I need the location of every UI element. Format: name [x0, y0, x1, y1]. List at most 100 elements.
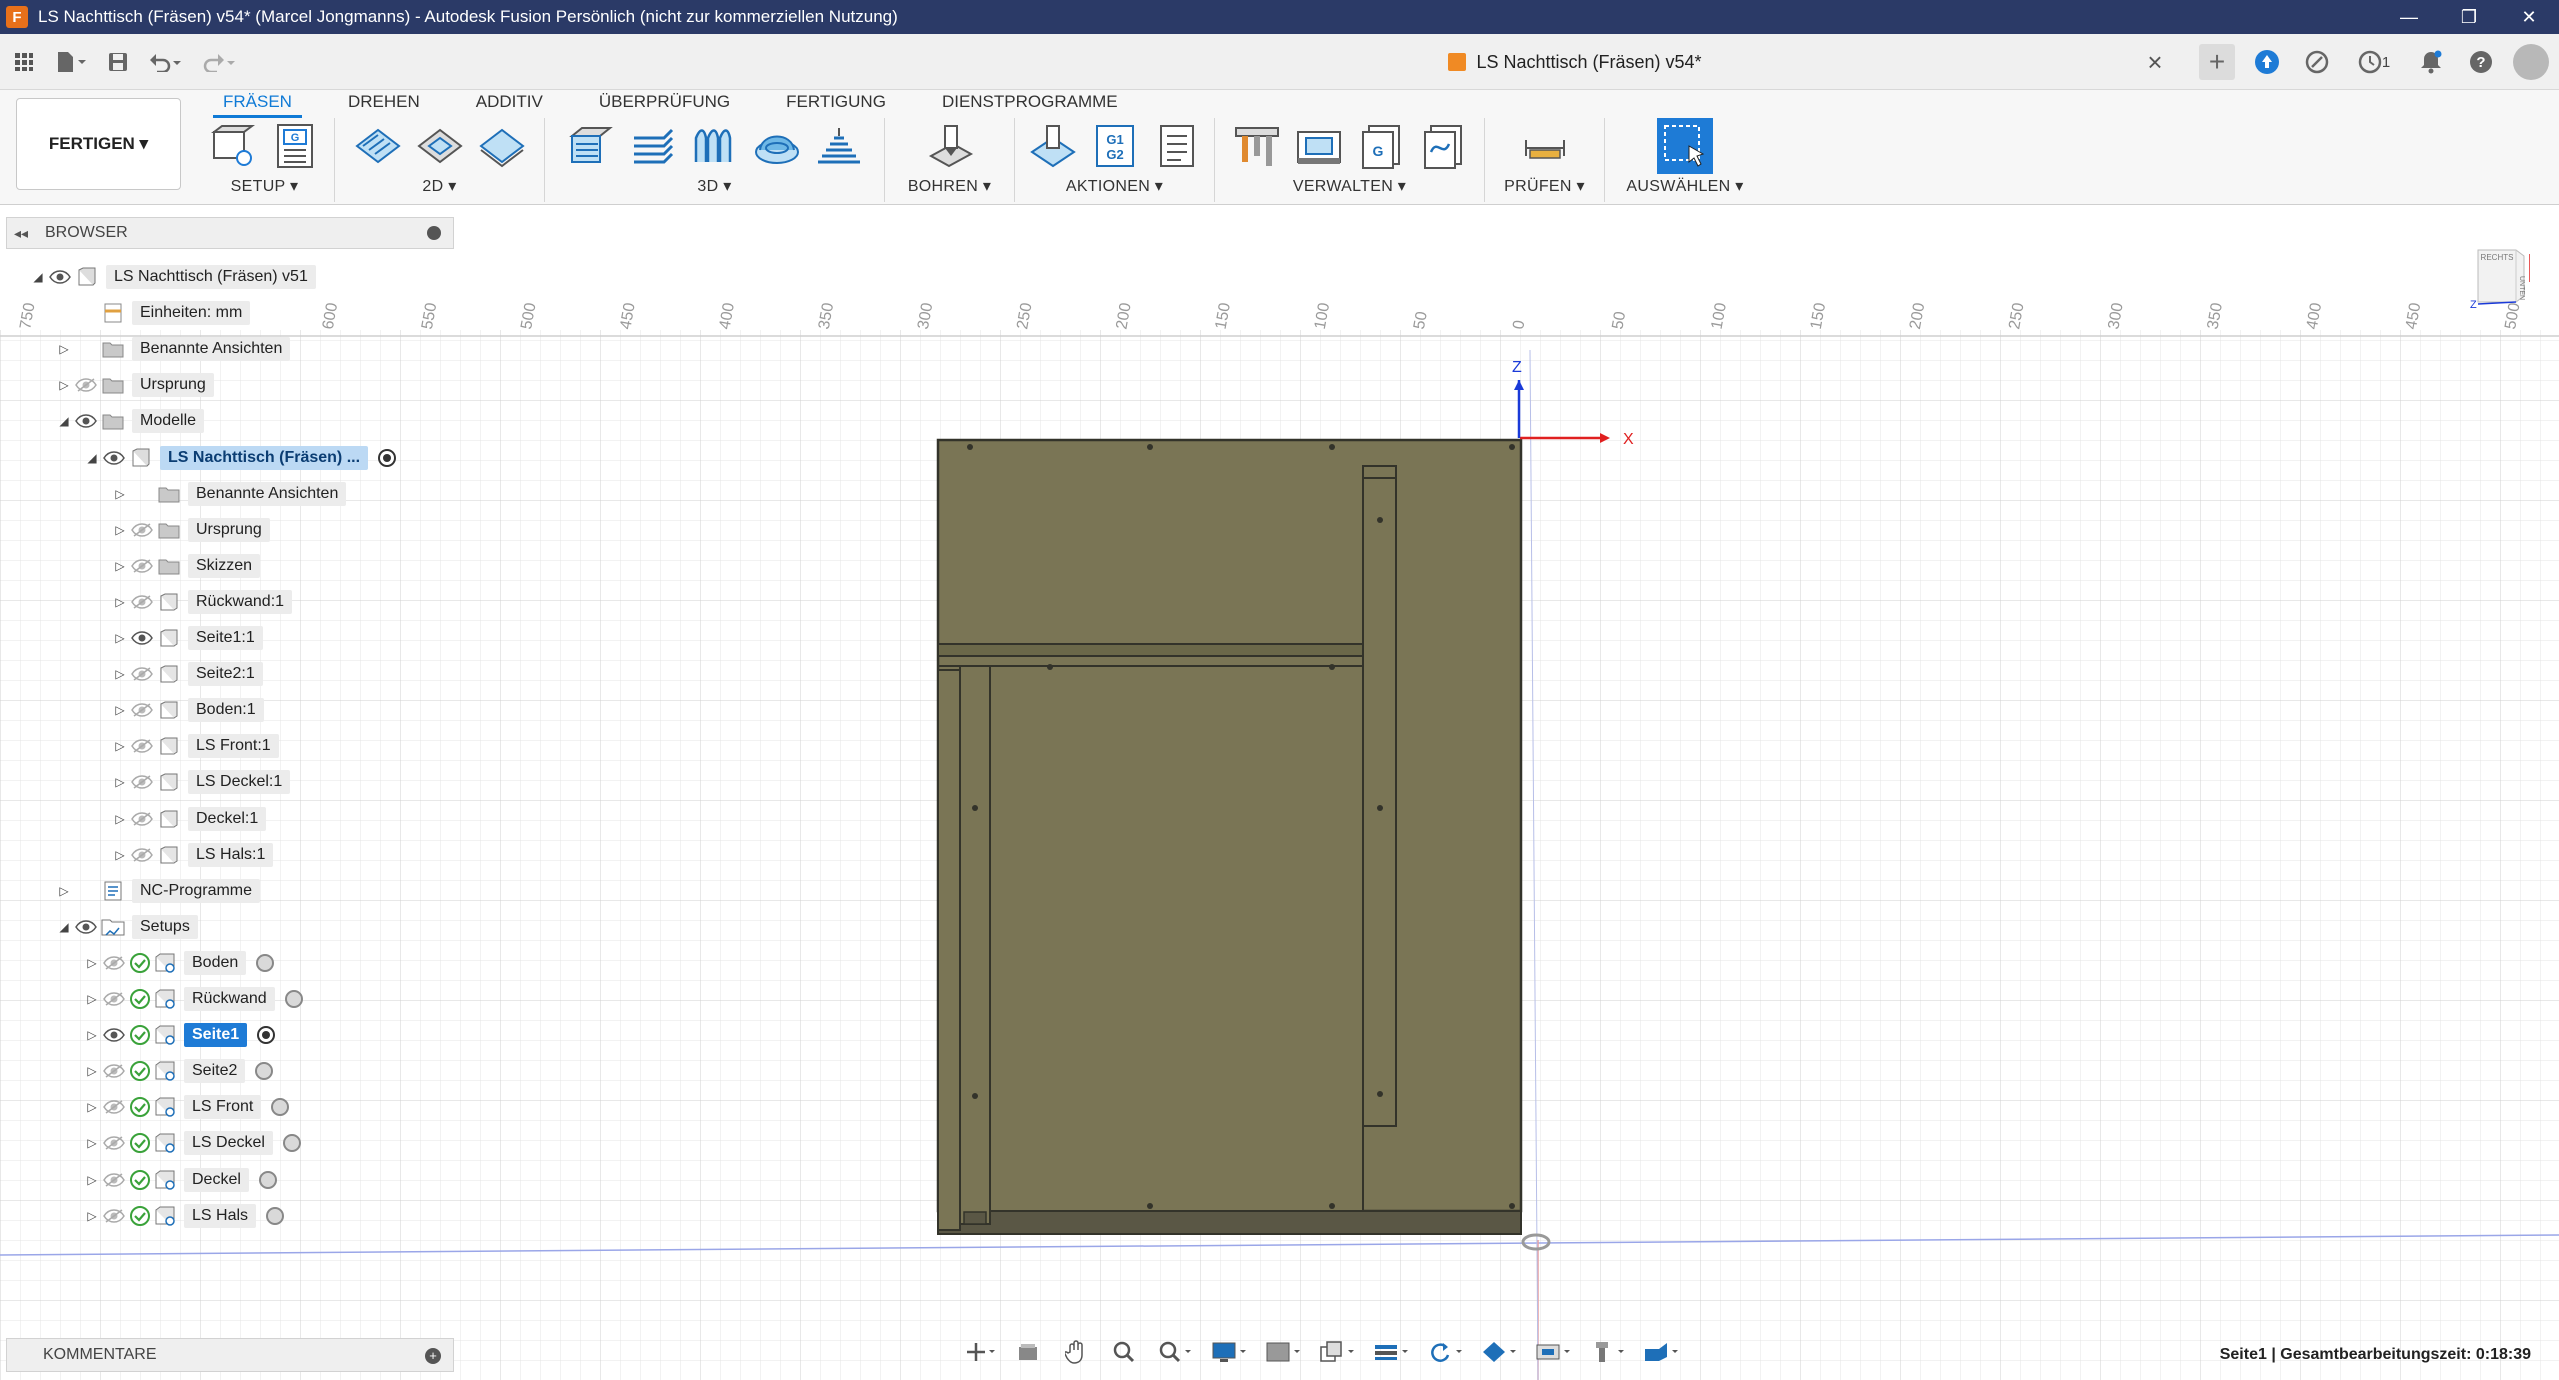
visibility-eye-off-icon[interactable] [100, 953, 128, 973]
job-status-icon[interactable]: 1 [2349, 44, 2399, 80]
browser-minimize-icon[interactable] [427, 226, 441, 240]
expand-caret-icon[interactable]: ▷ [84, 1173, 100, 1187]
tab-additiv[interactable]: ADDITIV [448, 90, 571, 114]
tree-model-instance[interactable]: ◢ LS Nachttisch (Fräsen) ... [84, 443, 397, 473]
close-document-icon[interactable]: × [2135, 42, 2175, 82]
shader-display-icon[interactable] [1638, 1335, 1684, 1369]
machine-library-icon[interactable] [1294, 121, 1344, 171]
tree-node-label[interactable]: Modelle [132, 409, 205, 434]
2d-adaptive-icon[interactable] [353, 121, 403, 171]
visibility-eye-off-icon[interactable] [128, 556, 156, 576]
data-panel-grid-icon[interactable] [4, 42, 44, 82]
display-settings-icon[interactable] [1206, 1335, 1252, 1369]
visibility-eye-off-icon[interactable] [100, 1133, 128, 1153]
activate-radio[interactable] [257, 1026, 276, 1045]
tree-node-label[interactable]: Rückwand [184, 987, 275, 1011]
activate-radio[interactable] [284, 990, 303, 1008]
tree-node-label[interactable]: LS Deckel:1 [188, 770, 291, 795]
visibility-eye-off-icon[interactable] [128, 520, 156, 540]
post-process-icon[interactable]: G1 G2 [1090, 121, 1140, 171]
tree-node-label[interactable]: Seite1:1 [188, 626, 263, 650]
workspace-switcher-button[interactable]: FERTIGEN ▾ [16, 98, 181, 190]
3d-contour-icon[interactable] [814, 121, 864, 171]
viewports-icon[interactable] [1314, 1335, 1360, 1369]
tree-setups[interactable]: ◢ Setups [56, 912, 198, 942]
visibility-eye-off-icon[interactable] [128, 700, 156, 720]
visibility-eye-off-icon[interactable] [100, 1097, 128, 1117]
expand-caret-icon[interactable]: ◢ [56, 920, 72, 934]
tree-body[interactable]: ▷ LS Hals:1 [112, 840, 274, 870]
notifications-bell-icon[interactable] [2413, 44, 2449, 80]
close-window-button[interactable]: ✕ [2499, 0, 2559, 34]
tree-node-label[interactable]: Einheiten: mm [132, 301, 251, 326]
tree-units[interactable]: Einheiten: mm [56, 298, 251, 328]
tree-node-label[interactable]: Seite2 [184, 1059, 246, 1084]
template-library-icon[interactable] [1418, 121, 1468, 171]
tab-ueberpruefung[interactable]: ÜBERPRÜFUNG [571, 90, 758, 114]
tree-nc-programs[interactable]: ▷ NC-Programme [56, 876, 261, 906]
3d-scallop-icon[interactable] [752, 121, 802, 171]
pan-hand-icon[interactable] [1056, 1335, 1096, 1369]
look-at-icon[interactable] [1008, 1335, 1048, 1369]
collapse-browser-icon[interactable]: ◂◂ [7, 225, 35, 242]
fit-zoom-icon[interactable] [1152, 1335, 1198, 1369]
tree-body[interactable]: ▷ LS Deckel:1 [112, 767, 291, 797]
auswaehlen-group-label[interactable]: AUSWÄHLEN ▾ [1617, 176, 1753, 196]
tab-fertigung[interactable]: FERTIGUNG [758, 90, 914, 114]
expand-caret-icon[interactable]: ▷ [112, 523, 128, 537]
activate-radio[interactable] [255, 1062, 274, 1081]
tree-node-label[interactable]: Benannte Ansichten [132, 337, 291, 362]
visibility-eye-off-icon[interactable] [128, 592, 156, 612]
expand-caret-icon[interactable]: ▷ [112, 487, 128, 501]
3d-adaptive-icon[interactable] [566, 121, 616, 171]
zoom-icon[interactable] [1104, 1335, 1144, 1369]
expand-caret-icon[interactable]: ▷ [112, 775, 128, 789]
setup-sheet-report-icon[interactable] [1152, 121, 1202, 171]
drill-icon[interactable] [925, 121, 975, 171]
3d-pocket-icon[interactable] [628, 121, 678, 171]
expand-caret-icon[interactable]: ▷ [84, 1100, 100, 1114]
visibility-eye-off-icon[interactable] [128, 845, 156, 865]
visibility-eye-icon[interactable] [72, 411, 100, 431]
expand-caret-icon[interactable]: ▷ [84, 1209, 100, 1223]
tree-setup[interactable]: ▷ LS Deckel [84, 1128, 301, 1158]
help-icon[interactable]: ? [2463, 44, 2499, 80]
tree-node-label[interactable]: LS Hals:1 [188, 842, 274, 867]
visibility-eye-off-icon[interactable] [100, 1061, 128, 1081]
tree-node-label[interactable]: LS Nachttisch (Fräsen) ... [160, 445, 369, 470]
2d-face-icon[interactable] [477, 121, 527, 171]
save-icon[interactable] [98, 42, 138, 82]
visibility-eye-icon[interactable] [46, 267, 74, 287]
tree-node-label[interactable]: LS Nachttisch (Fräsen) v51 [106, 265, 316, 289]
tool-display-icon[interactable] [1584, 1335, 1630, 1369]
activate-radio[interactable] [271, 1098, 290, 1117]
tree-named-views[interactable]: ▷ Benannte Ansichten [56, 334, 291, 364]
tree-sketches[interactable]: ▷ Skizzen [112, 551, 261, 581]
expand-caret-icon[interactable]: ▷ [84, 1064, 100, 1078]
add-comment-icon[interactable]: + [425, 1348, 441, 1364]
expand-caret-icon[interactable]: ▷ [112, 667, 128, 681]
tool-library-icon[interactable] [1232, 121, 1282, 171]
tree-body[interactable]: ▷ Boden:1 [112, 695, 264, 725]
tree-node-label[interactable]: NC-Programme [132, 878, 261, 903]
tree-body[interactable]: ▷ Deckel:1 [112, 804, 267, 834]
post-library-icon[interactable]: G [1356, 121, 1406, 171]
tree-body[interactable]: ▷ Seite2:1 [112, 659, 263, 689]
extensions-icon[interactable] [2249, 44, 2285, 80]
expand-caret-icon[interactable]: ◢ [84, 451, 100, 465]
select-icon[interactable] [1657, 118, 1713, 174]
tree-setup[interactable]: ▷ LS Front [84, 1092, 290, 1122]
grid-settings-icon[interactable] [1260, 1335, 1306, 1369]
simulation-rotate-icon[interactable] [1422, 1335, 1468, 1369]
tree-node-label[interactable]: Deckel [184, 1167, 249, 1192]
expand-caret-icon[interactable]: ▷ [112, 595, 128, 609]
tree-node-label[interactable]: Boden [184, 950, 247, 975]
visibility-eye-off-icon[interactable] [128, 664, 156, 684]
tree-node-label[interactable]: Deckel:1 [188, 806, 267, 831]
expand-caret-icon[interactable]: ▷ [112, 812, 128, 826]
simulate-icon[interactable] [1028, 121, 1078, 171]
tree-root[interactable]: ◢ LS Nachttisch (Fräsen) v51 [30, 262, 316, 292]
tree-node-label[interactable]: LS Front:1 [188, 734, 279, 759]
tab-drehen[interactable]: DREHEN [320, 90, 448, 114]
visibility-eye-icon[interactable] [100, 1025, 128, 1045]
